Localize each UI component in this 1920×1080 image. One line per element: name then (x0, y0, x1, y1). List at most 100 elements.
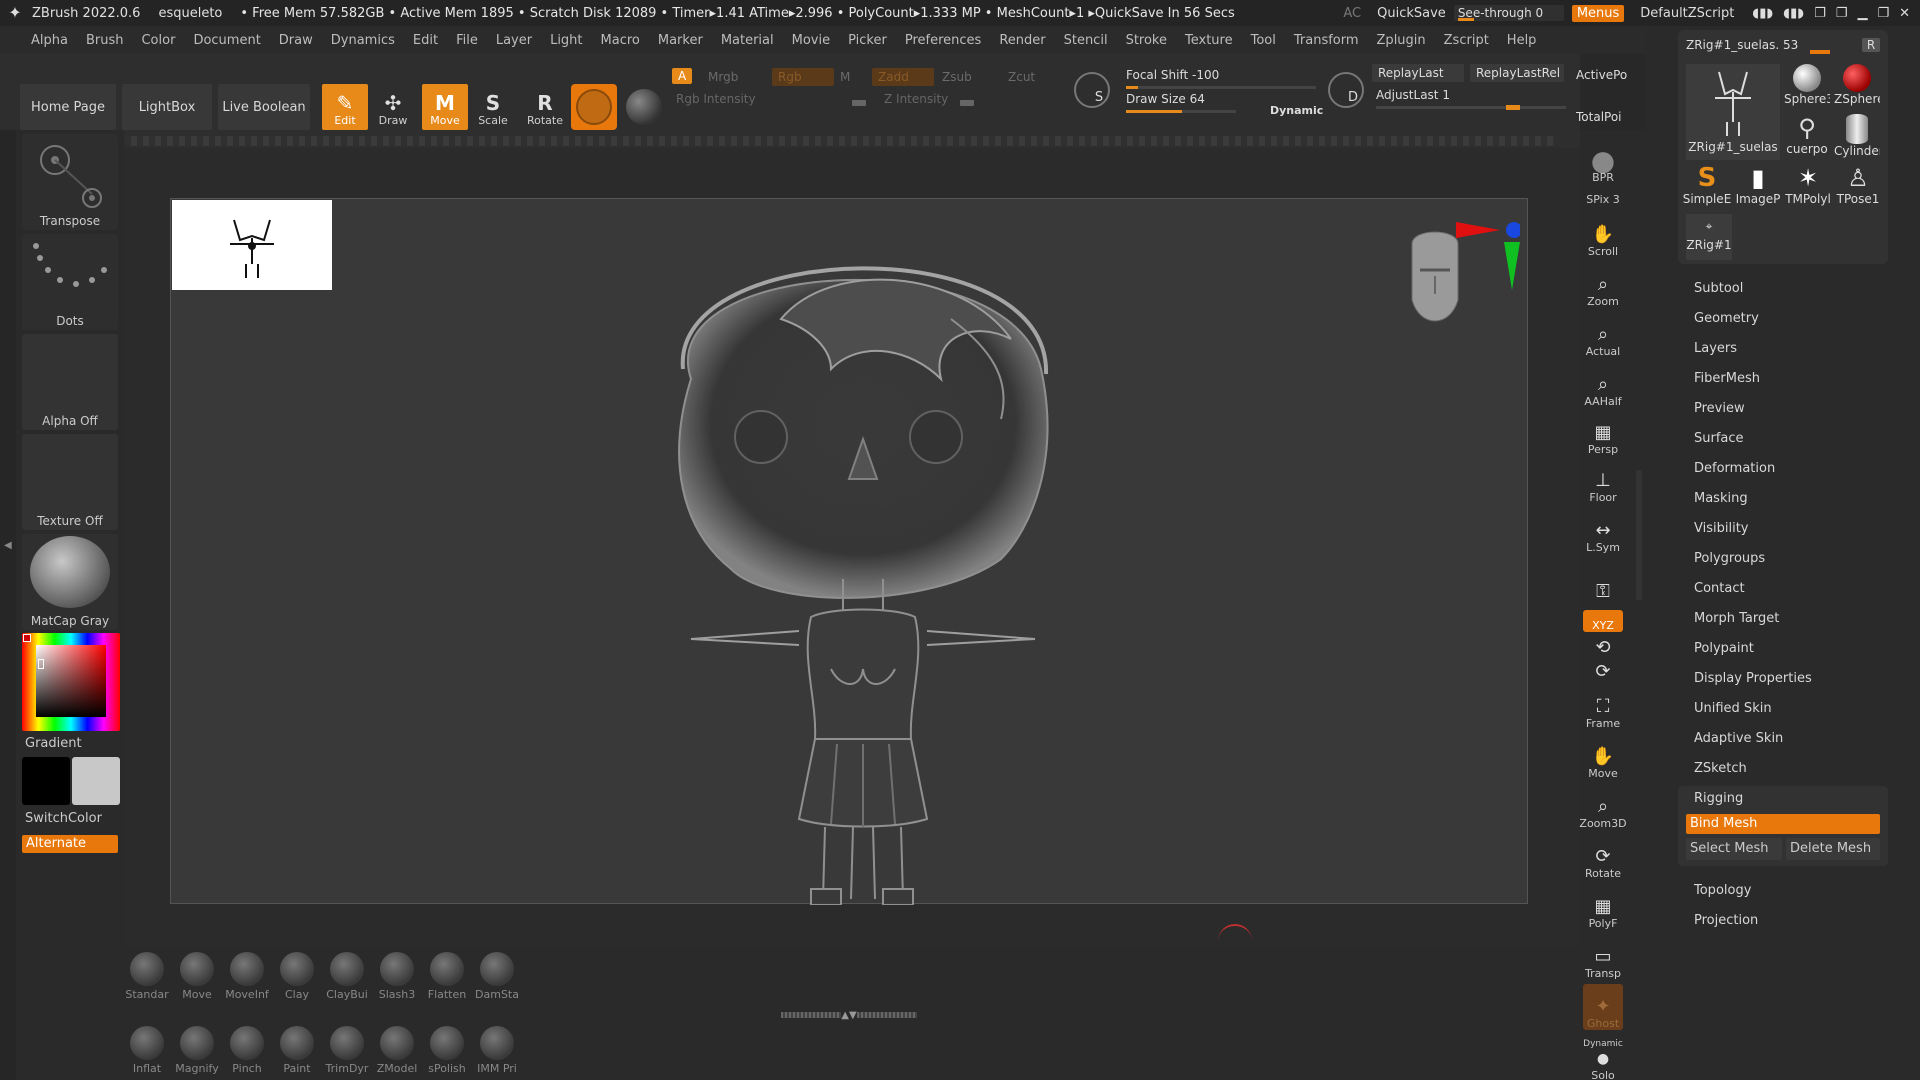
bind-mesh-button[interactable]: Bind Mesh (1686, 814, 1880, 834)
brush-pinch[interactable]: Pinch (222, 1026, 272, 1080)
layout-toggle-2-icon[interactable]: ◖▮◗ (1783, 6, 1804, 21)
zoom-button[interactable]: ⌕ Zoom (1583, 262, 1623, 309)
current-material-button[interactable] (621, 84, 667, 130)
tool-slot-tmpolymesh[interactable]: ✶ TMPolyl (1784, 164, 1832, 212)
stroke-dots-tile[interactable]: Dots (22, 234, 118, 330)
draw-button[interactable]: ✣ Draw (370, 84, 416, 130)
subpalette-contact[interactable]: Contact (1694, 581, 1745, 596)
menu-marker[interactable]: Marker (649, 33, 712, 48)
menu-material[interactable]: Material (712, 33, 783, 48)
menu-dynamics[interactable]: Dynamics (322, 33, 404, 48)
tool-slot-sphere3d[interactable]: Sphere3 (1784, 64, 1830, 112)
brush-move[interactable]: Move (172, 952, 222, 1012)
actual-button[interactable]: ⌕ Actual (1583, 312, 1623, 359)
scale-button[interactable]: S Scale (470, 84, 516, 130)
menu-alpha[interactable]: Alpha (22, 33, 77, 48)
aahalf-button[interactable]: ⌕ AAHalf (1583, 362, 1623, 409)
replay-last-button[interactable]: ReplayLast (1372, 64, 1464, 82)
live-boolean-button[interactable]: Live Boolean (218, 84, 310, 130)
collapse-left-icon[interactable]: ◀ (4, 540, 12, 551)
brush-zmodeler[interactable]: ZModel (372, 1026, 422, 1080)
brush-slash3[interactable]: Slash3 (372, 952, 422, 1012)
menu-texture[interactable]: Texture (1176, 33, 1242, 48)
subpalette-display-properties[interactable]: Display Properties (1694, 671, 1812, 686)
z-intensity-knob[interactable] (960, 100, 974, 106)
switch-color-label[interactable]: SwitchColor (25, 811, 102, 826)
subpalette-fibermesh[interactable]: FiberMesh (1694, 371, 1760, 386)
m-button[interactable]: M (840, 70, 850, 84)
menu-preferences[interactable]: Preferences (896, 33, 990, 48)
brush-trimdynamic[interactable]: TrimDyr (322, 1026, 372, 1080)
lsym-button[interactable]: ↔ L.Sym (1583, 508, 1623, 555)
rotate-view-button[interactable]: ⟳ Rotate (1583, 834, 1623, 881)
spix-slider[interactable]: SPix 3 (1583, 180, 1623, 206)
subpalette-morph-target[interactable]: Morph Target (1694, 611, 1779, 626)
menus-button[interactable]: Menus (1571, 4, 1625, 22)
tool-slot-cuerpo[interactable]: ⚲ cuerpo (1784, 114, 1830, 162)
right-shelf-scrollbar[interactable] (1636, 470, 1642, 600)
brush-spolish[interactable]: sPolish (422, 1026, 472, 1080)
tool-slider-fill[interactable] (1810, 50, 1830, 54)
brush-flatten[interactable]: Flatten (422, 952, 472, 1012)
a-channel-button[interactable]: A (672, 68, 693, 84)
gizmo-lock-button[interactable]: ⚿ (1583, 556, 1623, 602)
move-button[interactable]: M Move (422, 84, 468, 130)
zoom3d-button[interactable]: ⌕ Zoom3D (1579, 784, 1626, 831)
tool-slot-zsphere[interactable]: ZSphere (1834, 64, 1880, 112)
draw-size-label[interactable]: Draw Size 64 (1126, 92, 1205, 106)
rotate-y-button[interactable]: ⟲ (1583, 636, 1623, 658)
subpalette-topology[interactable]: Topology (1694, 883, 1751, 898)
main-color-swatch[interactable] (72, 757, 120, 805)
menu-light[interactable]: Light (541, 33, 591, 48)
color-picker-cursor[interactable] (38, 659, 44, 669)
subpalette-deformation[interactable]: Deformation (1694, 461, 1775, 476)
subpalette-geometry[interactable]: Geometry (1694, 311, 1759, 326)
zcut-button[interactable]: Zcut (1008, 70, 1035, 84)
brush-imm-primitives[interactable]: IMM Pri (472, 1026, 522, 1080)
see-through-slider[interactable]: See-through 0 (1453, 5, 1564, 21)
scroll-button[interactable]: ✋ Scroll (1583, 212, 1623, 259)
menu-file[interactable]: File (447, 33, 487, 48)
subpalette-surface[interactable]: Surface (1694, 431, 1744, 446)
alternate-button[interactable]: Alternate (22, 835, 118, 853)
ghost-button[interactable]: ✦ Ghost (1583, 984, 1623, 1030)
subpalette-preview[interactable]: Preview (1694, 401, 1745, 416)
frame-button[interactable]: ⛶ Frame (1583, 684, 1623, 731)
z-intensity-label[interactable]: Z Intensity (884, 92, 948, 106)
material-tile[interactable]: MatCap Gray (22, 534, 118, 630)
tool-slot-cylinder[interactable]: Cylinder (1834, 114, 1880, 162)
menu-color[interactable]: Color (132, 33, 184, 48)
document-viewport[interactable] (170, 198, 1528, 905)
subpalette-zsketch[interactable]: ZSketch (1694, 761, 1747, 776)
menu-picker[interactable]: Picker (839, 33, 896, 48)
secondary-color-swatch[interactable] (22, 757, 70, 805)
move-view-button[interactable]: ✋ Move (1583, 734, 1623, 781)
lightbox-button[interactable]: LightBox (122, 84, 212, 130)
brush-clay[interactable]: Clay (272, 952, 322, 1012)
menu-zscript[interactable]: Zscript (1435, 33, 1498, 48)
left-tray-edge[interactable]: ◀ (0, 130, 16, 1080)
bpr-button[interactable]: ● BPR (1583, 138, 1623, 185)
brush-standard[interactable]: Standar (122, 952, 172, 1012)
zadd-button[interactable]: Zadd (872, 68, 934, 86)
subpalette-polypaint[interactable]: Polypaint (1694, 641, 1754, 656)
texture-tile[interactable]: Texture Off (22, 434, 118, 530)
close-icon[interactable]: ✕ (1899, 6, 1910, 21)
menu-macro[interactable]: Macro (592, 33, 649, 48)
window-layout-2-icon[interactable]: ❐ (1836, 6, 1848, 21)
menu-edit[interactable]: Edit (404, 33, 447, 48)
delete-mesh-button[interactable]: Delete Mesh (1786, 838, 1880, 860)
brush-damstandard[interactable]: DamSta (472, 952, 522, 1012)
adjust-last-track[interactable] (1376, 106, 1566, 109)
transpose-tile[interactable]: Transpose (22, 134, 118, 230)
subpalette-rigging[interactable]: Rigging (1694, 791, 1743, 806)
tool-slot-zrig[interactable]: ⌖ ZRig#1 (1686, 214, 1732, 260)
subpalette-projection[interactable]: Projection (1694, 913, 1758, 928)
color-picker[interactable] (22, 633, 120, 731)
home-page-button[interactable]: Home Page (20, 84, 116, 130)
subpalette-unified-skin[interactable]: Unified Skin (1694, 701, 1772, 716)
window-layout-icon[interactable]: ❐ (1814, 6, 1826, 21)
xyz-button[interactable]: XYZ (1583, 610, 1623, 632)
brush-claybuildup[interactable]: ClayBui (322, 952, 372, 1012)
mrgb-button[interactable]: Mrgb (708, 70, 738, 84)
